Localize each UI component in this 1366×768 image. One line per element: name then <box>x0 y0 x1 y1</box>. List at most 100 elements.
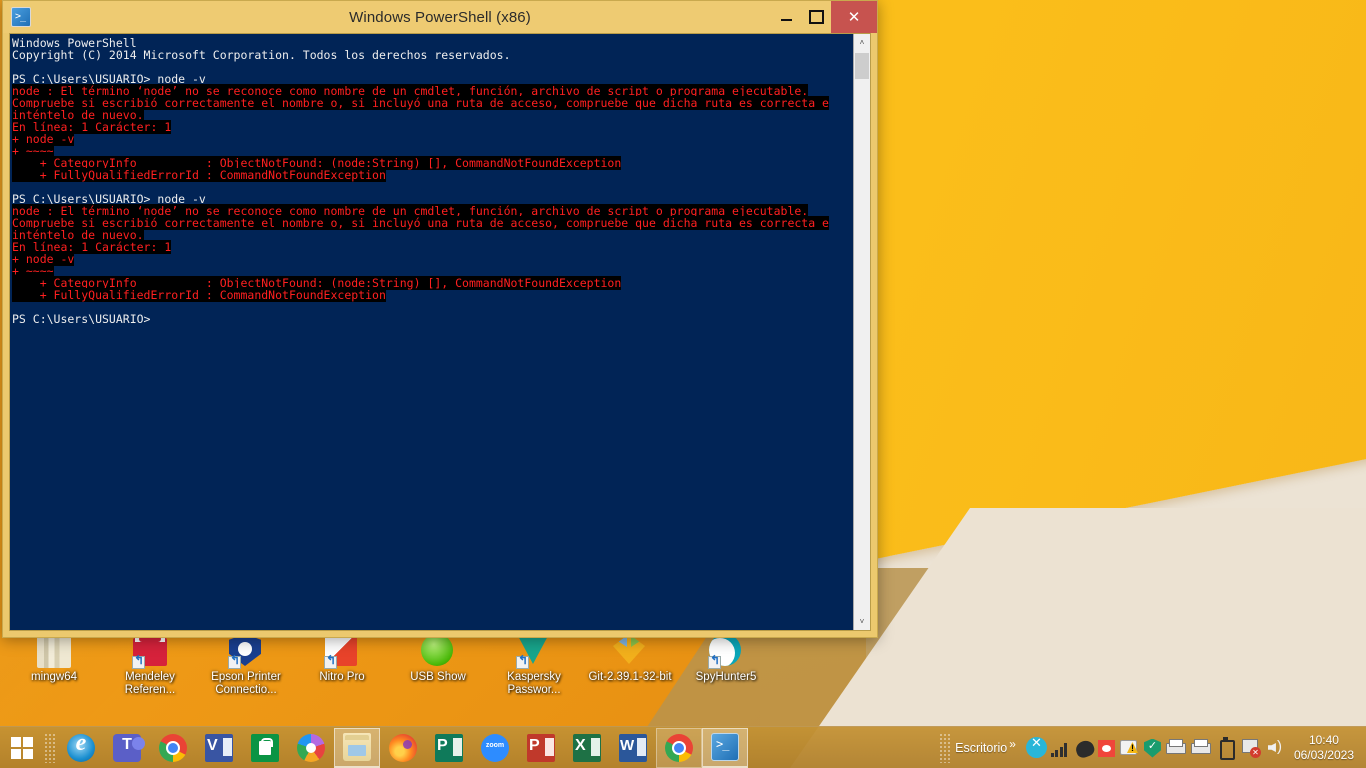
microsoft-store-icon <box>251 733 279 762</box>
close-button[interactable]: ✕ <box>831 1 877 33</box>
windows-logo-icon <box>11 736 33 759</box>
console-error-line: + node -v <box>12 252 75 266</box>
signal-bars-icon[interactable] <box>1050 742 1072 757</box>
taskbar-item-microsoft-powerpoint[interactable] <box>518 728 564 768</box>
console-line: PS C:\Users\USUARIO> <box>12 312 151 326</box>
zoom-icon <box>481 733 509 762</box>
maximize-button[interactable] <box>801 1 831 33</box>
taskbar-item-microsoft-word[interactable] <box>610 728 656 768</box>
scrollbar-thumb[interactable] <box>855 53 869 79</box>
taskbar-app-list <box>58 727 748 768</box>
microsoft-powerpoint-icon <box>527 733 555 762</box>
console-line: Copyright (C) 2014 Microsoft Corporation… <box>12 48 511 62</box>
google-chrome-window-icon <box>665 733 693 762</box>
window-controls: ✕ <box>771 1 877 33</box>
taskbar-item-mozilla-firefox[interactable] <box>380 728 426 768</box>
window-titlebar[interactable]: Windows PowerShell (x86) ✕ <box>3 1 877 33</box>
printer-icon-1[interactable] <box>1165 737 1186 758</box>
taskbar-item-google-chrome-window[interactable] <box>656 727 702 768</box>
desktop-icon-epson-printer[interactable]: Epson Printer Connectio... <box>198 634 294 697</box>
microsoft-teams-icon <box>113 733 145 762</box>
clock-date: 06/03/2023 <box>1293 747 1354 762</box>
shortcut-arrow-icon <box>516 656 529 669</box>
desktop-icon-usb-show[interactable]: USB Show <box>390 634 486 684</box>
desktop-icon-label: Git-2.39.1-32-bit <box>588 671 672 683</box>
clock[interactable]: 10:40 06/03/2023 <box>1294 733 1354 763</box>
desktop-icon-label: USB Show <box>410 671 466 683</box>
microsoft-word-icon <box>619 733 647 762</box>
taskbar-item-zoom[interactable] <box>472 728 518 768</box>
mozilla-firefox-icon <box>389 733 417 762</box>
taskbar-item-microsoft-teams[interactable] <box>104 728 150 768</box>
console-error-line: En línea: 1 Carácter: 1 <box>12 240 172 254</box>
shortcut-arrow-icon <box>228 656 241 669</box>
taskbar-item-microsoft-store[interactable] <box>242 728 288 768</box>
console-error-line: + FullyQualifiedErrorId : CommandNotFoun… <box>12 168 386 182</box>
minimize-button[interactable] <box>771 1 801 33</box>
desktop-icon-label: Epson Printer Connectio... <box>211 671 281 696</box>
taskbar-item-internet-explorer[interactable] <box>58 728 104 768</box>
clock-time: 10:40 <box>1308 732 1339 747</box>
spyhunter5-icon <box>708 634 743 669</box>
taskbar-item-google-chrome[interactable] <box>150 728 196 768</box>
console-error-line: + FullyQualifiedErrorId : CommandNotFoun… <box>12 288 386 302</box>
microsoft-excel-icon <box>573 733 601 762</box>
taskbar: Escritorio » 10:40 06/03/2023 <box>0 726 1366 768</box>
action-center-flag-icon[interactable] <box>1240 737 1261 758</box>
taskbar-item-microsoft-visio[interactable] <box>196 728 242 768</box>
warning-shield-icon[interactable] <box>1119 737 1140 758</box>
battery-icon[interactable] <box>1215 737 1236 760</box>
taskbar-item-microsoft-excel[interactable] <box>564 728 610 768</box>
start-button[interactable] <box>0 727 44 768</box>
printer-icon-2[interactable] <box>1190 737 1211 758</box>
dark-app-icon[interactable] <box>1073 738 1097 760</box>
desktop-icon-nitro-pro[interactable]: Nitro Pro <box>294 634 390 684</box>
mendeley-icon <box>132 634 167 669</box>
console-scrollbar[interactable]: ˄ ˅ <box>853 34 870 630</box>
console-output[interactable]: Windows PowerShell Copyright (C) 2014 Mic… <box>10 34 853 630</box>
taskbar-grip[interactable] <box>44 732 56 763</box>
shortcut-arrow-icon <box>132 656 145 669</box>
red-alert-icon[interactable] <box>1097 740 1115 757</box>
scroll-down-arrow[interactable]: ˅ <box>854 613 870 630</box>
desktop-icon-mingw64[interactable]: mingw64 <box>6 634 102 684</box>
desktop-icon-kaspersky-password[interactable]: Kaspersky Passwor... <box>486 634 582 697</box>
powershell-icon <box>11 7 31 27</box>
desktop-icon-grid: mingw64 Mendeley Referen... Epson Printer … <box>6 634 796 714</box>
taskbar-item-file-explorer[interactable] <box>334 727 380 768</box>
desktop-icon-label: Kaspersky Passwor... <box>507 671 561 696</box>
console-error-line: + node -v <box>12 132 75 146</box>
desktop-icon-label: Nitro Pro <box>319 671 365 683</box>
powershell-window[interactable]: Windows PowerShell (x86) ✕ Windows Power… <box>2 0 878 638</box>
taskbar-item-microsoft-publisher[interactable] <box>426 728 472 768</box>
desktop-toolbar-label[interactable]: Escritorio <box>955 741 1007 755</box>
window-title: Windows PowerShell (x86) <box>349 8 531 26</box>
desktop-icon-git-installer[interactable]: Git-2.39.1-32-bit <box>582 634 678 684</box>
scrollbar-track[interactable] <box>854 51 870 613</box>
scroll-up-arrow[interactable]: ˄ <box>854 34 870 51</box>
security-shield-icon[interactable] <box>1143 738 1161 758</box>
desktop-icon-label: mingw64 <box>30 671 78 683</box>
windows-powershell-icon <box>711 733 739 761</box>
desktop-icon-spyhunter5[interactable]: SpyHunter5 <box>678 634 774 684</box>
mingw64-icon-art <box>37 634 71 668</box>
show-desktop-grip[interactable] <box>939 732 952 763</box>
volume-icon[interactable] <box>1265 737 1286 758</box>
usb-show-icon-art <box>421 634 453 666</box>
taskbar-item-picasa[interactable] <box>288 728 334 768</box>
system-tray: Escritorio » 10:40 06/03/2023 <box>939 727 1366 768</box>
nitro-pro-icon <box>324 634 359 669</box>
console-body: Windows PowerShell Copyright (C) 2014 Mic… <box>9 33 871 631</box>
shortcut-arrow-icon <box>708 656 721 669</box>
console-error-line: En línea: 1 Carácter: 1 <box>12 120 172 134</box>
internet-explorer-icon <box>67 730 95 762</box>
cyan-x-icon[interactable] <box>1025 735 1047 758</box>
epson-printer-icon <box>228 634 263 669</box>
desktop-icon-mendeley[interactable]: Mendeley Referen... <box>102 634 198 697</box>
kaspersky-password-icon <box>516 634 551 669</box>
git-installer-icon <box>613 634 647 668</box>
shortcut-arrow-icon <box>324 656 337 669</box>
desktop-icon-label: SpyHunter5 <box>695 671 757 683</box>
chevron-right-icon[interactable]: » <box>1009 737 1016 751</box>
taskbar-item-windows-powershell[interactable] <box>702 727 748 768</box>
